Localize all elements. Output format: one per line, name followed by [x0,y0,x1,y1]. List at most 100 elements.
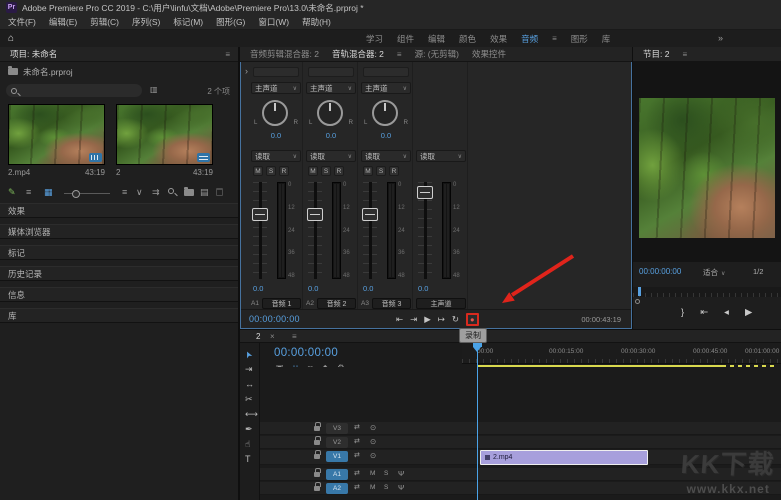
pen-tool[interactable]: ✒ [245,425,253,434]
playback-resolution-dropdown[interactable]: 1/2 [753,267,763,276]
new-item-icon[interactable]: ▤ [200,187,209,198]
panel-menu-icon[interactable]: ≡ [682,50,687,59]
sync-lock-icon[interactable]: ⇄ [354,470,360,477]
mute-button[interactable]: M [370,485,375,492]
sync-lock-icon[interactable]: ⇄ [354,484,360,491]
mixer-tab[interactable]: 音轨混合器: 2 [332,48,384,60]
workspace-tab[interactable]: 颜色 [459,33,476,45]
time-ruler[interactable]: 00:00 00:00:15:00 00:00:30:00 00:00:45:0… [462,343,781,364]
track-name-field[interactable]: 音频 3 [372,298,411,309]
track-target-button[interactable]: V3 [326,423,348,434]
track-state-button[interactable]: M [363,166,373,176]
track-select-forward-tool[interactable]: ⇥ [245,365,253,374]
panel-menu-icon[interactable]: ≡ [397,50,402,59]
mark-out-button[interactable]: } [681,307,684,318]
close-icon[interactable]: × [270,332,275,341]
fader-level-value[interactable]: 0.0 [418,284,428,293]
mixer-tab[interactable]: 源: (无剪辑) [415,48,459,60]
program-mini-timeline[interactable] [633,287,781,297]
automation-mode-dropdown[interactable]: 读取 ∨ [251,150,301,162]
fader-track[interactable] [363,182,377,279]
menu-item[interactable]: 帮助(H) [302,16,331,28]
effects-slot[interactable] [308,67,354,77]
menu-item[interactable]: 剪辑(C) [90,16,119,28]
track-state-button[interactable]: R [334,166,344,176]
automation-mode-dropdown[interactable]: 读取 ∨ [306,150,356,162]
program-zoom-handle[interactable] [635,299,640,304]
volume-fader-handle[interactable] [307,208,323,221]
fader-level-value[interactable]: 0.0 [308,284,318,293]
automate-to-sequence-icon[interactable]: ⇉ [152,187,160,198]
track-lock-icon[interactable] [314,486,320,491]
automation-mode-dropdown[interactable]: 读取 ∨ [416,150,466,162]
track-lock-icon[interactable] [314,472,320,477]
track-name-field[interactable]: 音频 2 [317,298,356,309]
effects-slot[interactable] [253,67,299,77]
panel-menu-icon[interactable]: ≡ [292,332,297,341]
type-tool[interactable]: T [245,455,251,464]
pan-value[interactable]: 0.0 [251,131,301,140]
track-state-button[interactable]: S [376,166,386,176]
workspace-tab[interactable]: 效果 [490,33,507,45]
track-target-button[interactable]: A1 [326,469,348,480]
dock-tab[interactable]: 库 [0,308,238,323]
menu-item[interactable]: 图形(G) [216,16,245,28]
timeline-clip[interactable]: 2.mp4 [480,450,648,465]
timeline-timecode[interactable]: 00:00:00:00 [274,347,338,359]
project-writable-icon[interactable]: ✎ [8,187,16,198]
volume-fader-handle[interactable] [362,208,378,221]
fader-track[interactable] [308,182,322,279]
effects-slot[interactable] [363,67,409,77]
toggle-track-output-icon[interactable]: ⊙ [370,424,376,432]
workspace-tab[interactable]: 音频 [521,33,538,45]
play-in-to-out-button[interactable]: ↦ [438,315,445,324]
mixer-timecode[interactable]: 00:00:00:00 [249,314,300,324]
sort-chevron-icon[interactable]: ∨ [136,187,143,198]
go-to-in-button[interactable]: ⇤ [700,307,708,318]
track-name-field[interactable]: 主声道 [416,298,466,309]
toggle-track-output-icon[interactable]: ⊙ [370,452,376,460]
panel-menu-icon[interactable]: ≡ [225,50,230,59]
search-input[interactable] [21,86,121,95]
go-to-out-button[interactable]: ⇥ [410,315,417,324]
solo-button[interactable]: S [384,471,388,478]
show-effects-sends-icon[interactable]: › [245,66,248,76]
go-to-in-button[interactable]: ⇤ [396,315,403,324]
track-name-field[interactable]: 音频 1 [262,298,301,309]
new-bin-icon[interactable] [184,189,194,196]
pan-value[interactable]: 0.0 [361,131,411,140]
loop-button[interactable]: ↻ [452,315,459,324]
sync-lock-icon[interactable]: ⇄ [354,424,360,431]
bin-breadcrumb[interactable]: 未命名.prproj [0,64,238,79]
pan-knob[interactable] [317,100,343,126]
sequence-name[interactable]: 2 [116,168,120,177]
workspace-menu-icon[interactable]: ≡ [552,34,557,43]
dock-tab[interactable]: 信息 [0,287,238,302]
ripple-edit-tool[interactable]: ↔ [245,380,254,389]
sort-icons-icon[interactable]: ≡ [122,187,127,197]
track-target-button[interactable]: V2 [326,437,348,448]
voiceover-record-icon[interactable]: Ψ [398,484,404,492]
find-icon[interactable] [168,188,174,194]
track-lock-icon[interactable] [314,440,320,445]
project-item-sequence[interactable]: 2 43:19 [116,104,213,177]
playhead-line[interactable] [477,343,478,500]
step-back-button[interactable]: ◂ [724,307,729,318]
workspace-tab[interactable]: 组件 [397,33,414,45]
track-lock-icon[interactable] [314,426,320,431]
output-assignment-dropdown[interactable]: 主声道 ∨ [361,82,411,94]
play-button[interactable]: ▶ [424,315,431,324]
menu-item[interactable]: 窗口(W) [258,16,289,28]
sync-lock-icon[interactable]: ⇄ [354,438,360,445]
pan-knob[interactable] [372,100,398,126]
zoom-level-dropdown[interactable]: 适合∨ [703,267,725,278]
track-state-button[interactable]: M [253,166,263,176]
dock-tab[interactable]: 历史记录 [0,266,238,281]
project-item-clip[interactable]: 2.mp4 43:19 [8,104,105,177]
mute-button[interactable]: M [370,471,375,478]
selection-tool[interactable]: ➤ [243,349,254,360]
mixer-tab[interactable]: 效果控件 [472,48,506,60]
icon-view-icon[interactable]: ▦ [44,187,53,198]
menu-item[interactable]: 标记(M) [173,16,203,28]
list-view-icon[interactable]: ≡ [26,187,31,197]
